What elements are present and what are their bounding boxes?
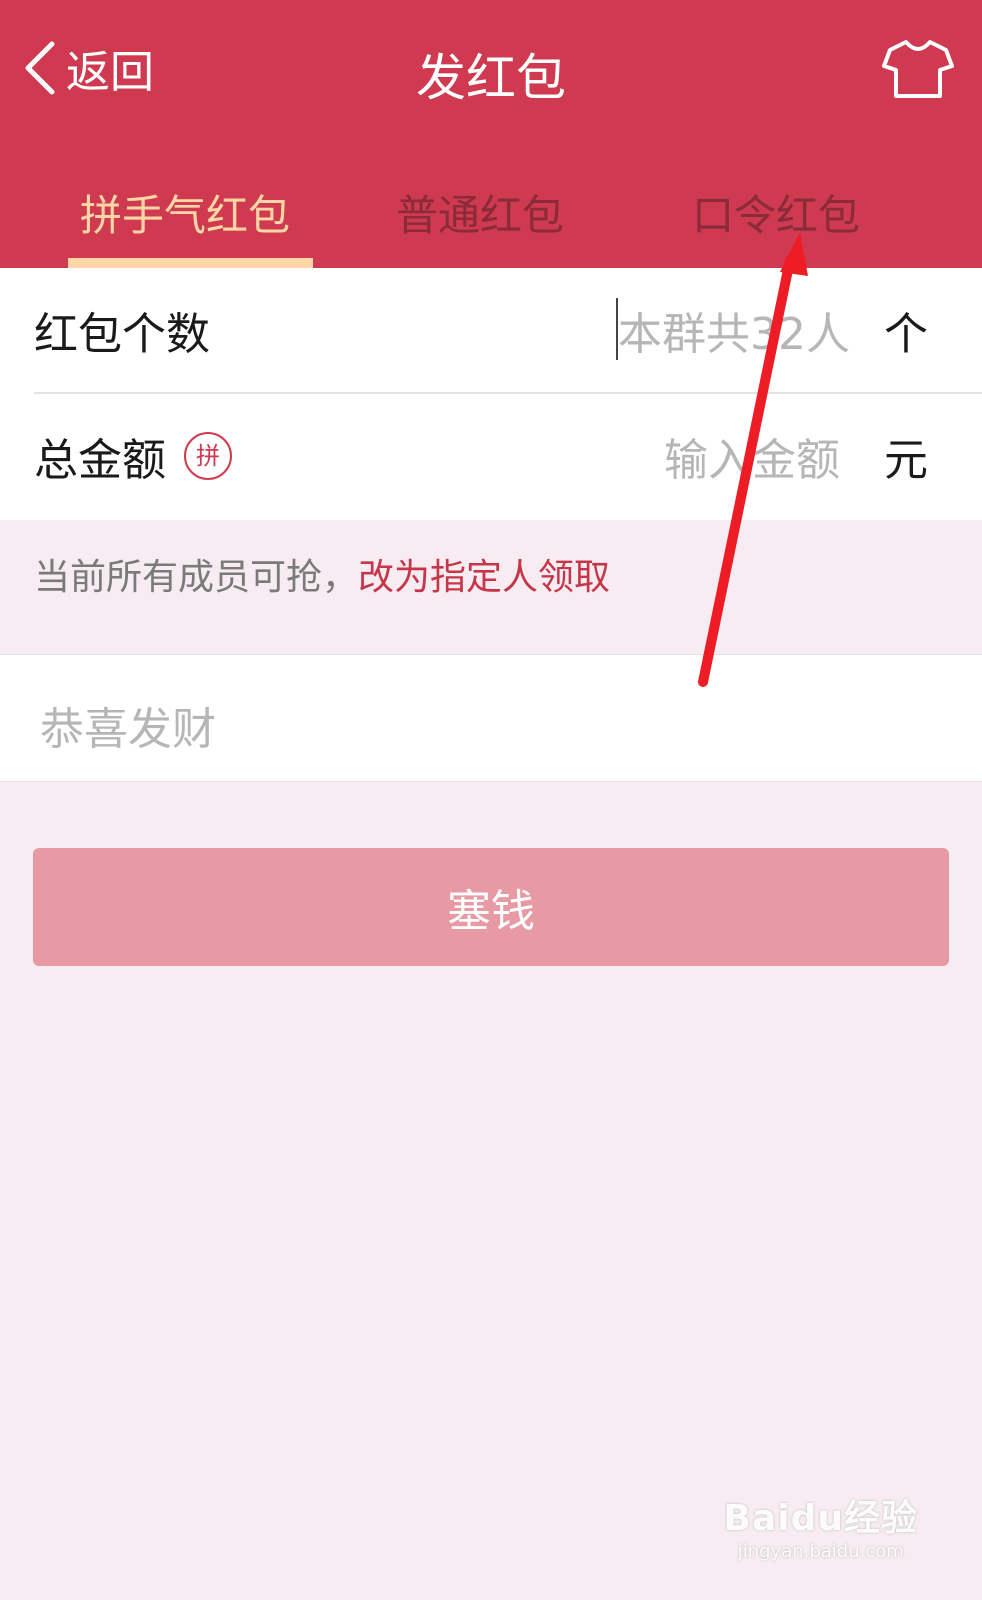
count-input[interactable]: 本群共32人 xyxy=(618,298,850,362)
amount-unit: 元 xyxy=(884,435,928,486)
assign-recipient-link[interactable]: 改为指定人领取 xyxy=(358,557,610,598)
tab-normal-red-packet[interactable]: 普通红包 xyxy=(396,182,564,243)
greeting-row: 恭喜发财 xyxy=(0,654,982,782)
tshirt-icon[interactable] xyxy=(882,38,954,100)
recipient-info-text: 当前所有成员可抢， xyxy=(34,557,359,598)
recipient-info: 当前所有成员可抢，改为指定人领取 xyxy=(34,548,610,600)
greeting-input[interactable]: 恭喜发财 xyxy=(40,693,216,757)
form-card: 红包个数 本群共32人 个 总金额 拼 输入金额 元 xyxy=(0,268,982,520)
app-header: 返回 发红包 拼手气红包 普通红包 口令红包 xyxy=(0,0,982,268)
count-unit: 个 xyxy=(884,309,928,360)
count-label: 红包个数 xyxy=(34,309,210,360)
active-tab-indicator xyxy=(68,258,313,268)
tab-bar: 拼手气红包 普通红包 口令红包 xyxy=(0,170,982,268)
baidu-watermark: Baidu经验 jingyan.baidu.com xyxy=(724,1489,918,1562)
row-divider xyxy=(34,392,982,394)
lucky-badge: 拼 xyxy=(184,432,232,480)
amount-input[interactable]: 输入金额 xyxy=(664,424,840,488)
page-title: 发红包 xyxy=(416,49,566,107)
watermark-main: Baidu经验 xyxy=(723,1498,918,1539)
tab-lucky-red-packet[interactable]: 拼手气红包 xyxy=(80,182,290,243)
submit-money-button[interactable]: 塞钱 xyxy=(33,848,949,966)
amount-label: 总金额 xyxy=(34,435,166,486)
watermark-sub: jingyan.baidu.com xyxy=(737,1541,904,1562)
tab-password-red-packet[interactable]: 口令红包 xyxy=(692,182,860,243)
